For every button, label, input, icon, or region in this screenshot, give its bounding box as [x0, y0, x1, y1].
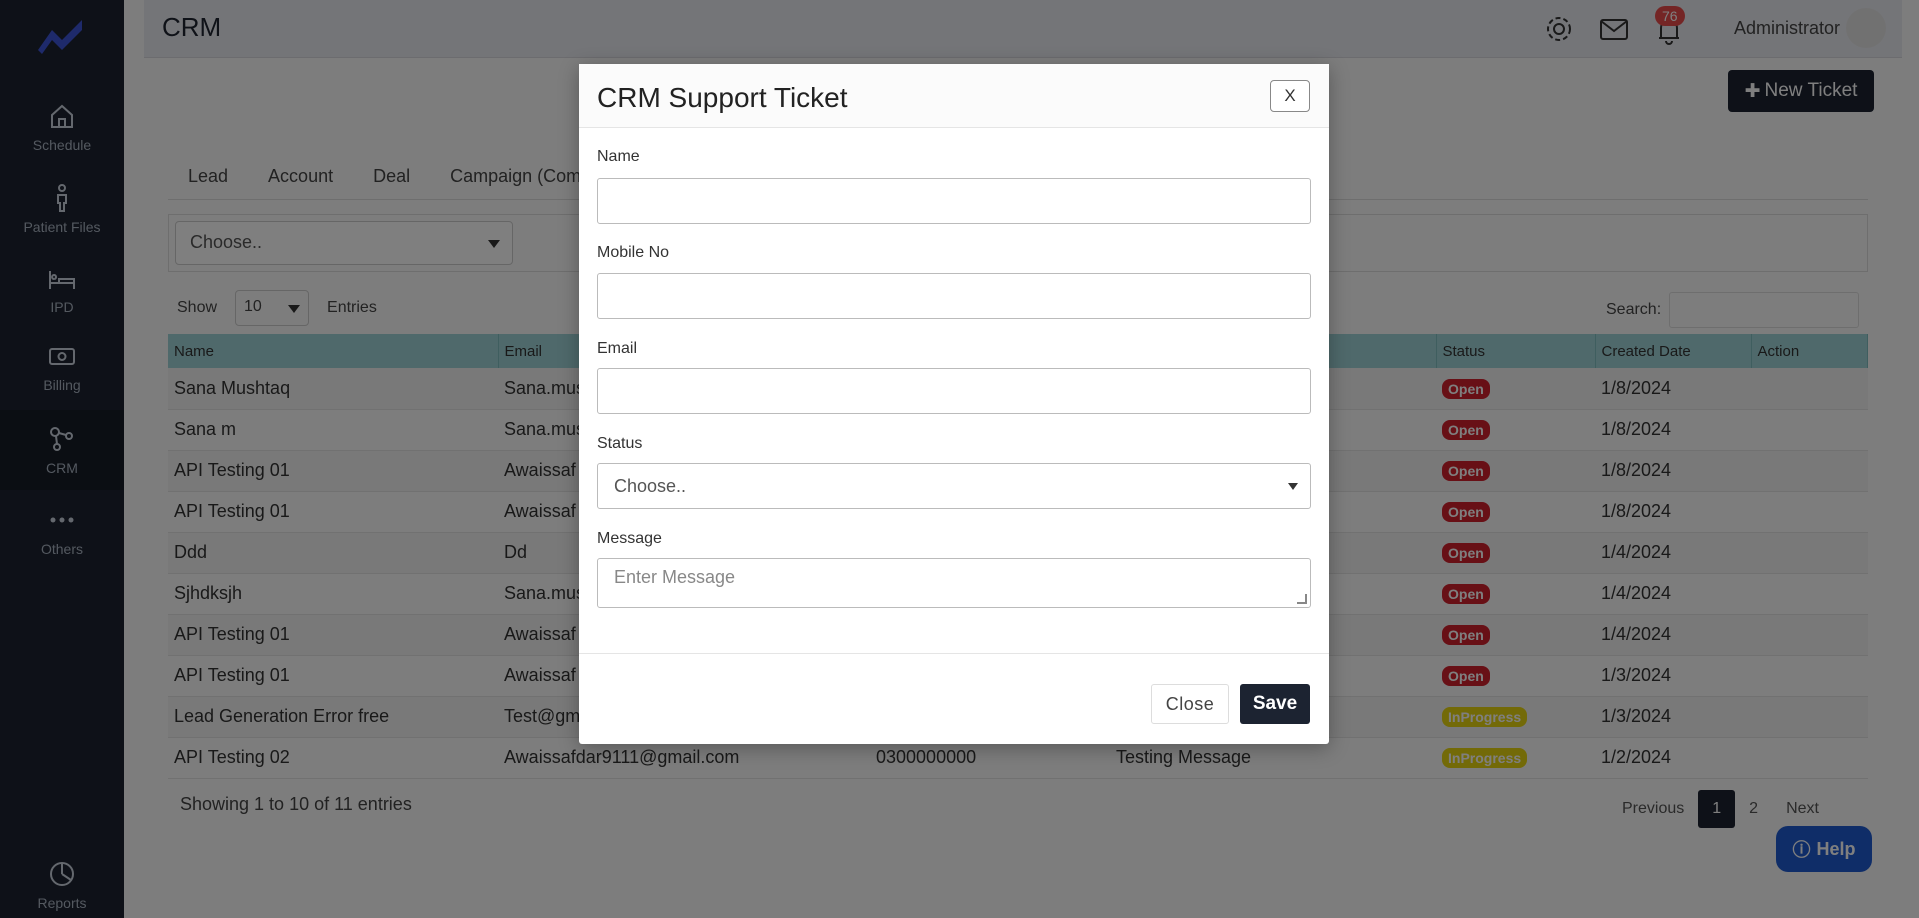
email-field[interactable]: [597, 368, 1311, 414]
status-label: Status: [597, 435, 643, 452]
name-field[interactable]: [597, 178, 1311, 224]
modal-close-x-button[interactable]: X: [1270, 80, 1310, 112]
email-label: Email: [597, 340, 638, 357]
close-button[interactable]: Close: [1151, 684, 1229, 724]
modal-footer: Close Save: [579, 653, 1329, 744]
caret-down-icon: [1288, 483, 1298, 490]
save-button[interactable]: Save: [1240, 684, 1310, 724]
message-label: Message: [597, 530, 662, 547]
mobile-field[interactable]: [597, 273, 1311, 319]
resize-handle-icon[interactable]: [1297, 594, 1307, 604]
support-ticket-modal: CRM Support Ticket X Name Mobile No Emai…: [579, 64, 1329, 744]
message-placeholder: Enter Message: [614, 567, 736, 587]
status-select-value: Choose..: [614, 476, 687, 496]
status-select[interactable]: Choose..: [597, 463, 1311, 509]
mobile-label: Mobile No: [597, 244, 670, 261]
modal-header: CRM Support Ticket X: [579, 64, 1329, 128]
modal-title: CRM Support Ticket: [597, 82, 848, 113]
name-label: Name: [597, 148, 640, 165]
message-textarea[interactable]: Enter Message: [597, 558, 1311, 608]
